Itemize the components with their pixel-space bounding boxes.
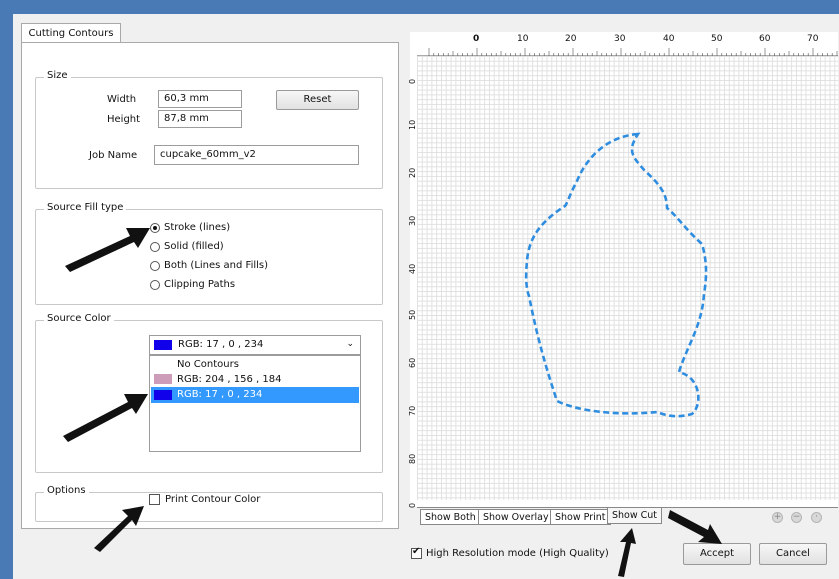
radio-stroke-label: Stroke (lines)	[164, 222, 231, 233]
color-swatch	[154, 374, 172, 384]
top-ruler-ticks	[428, 48, 838, 56]
source-color-dropdown[interactable]: RGB: 17 , 0 , 234 ⌄	[149, 335, 361, 355]
reset-button[interactable]: Reset	[276, 90, 359, 110]
ruler-left-label: 50	[408, 309, 417, 320]
width-label: Width	[107, 94, 137, 105]
ruler-top-label: 20	[565, 34, 577, 44]
top-ruler: 0 10 20 30 40 50 60 70	[417, 32, 838, 56]
high-res-checkbox[interactable]: ✔	[411, 546, 422, 559]
list-item-label: No Contours	[177, 359, 239, 370]
print-contour-label: Print Contour Color	[165, 494, 261, 505]
height-label: Height	[107, 114, 141, 125]
ruler-left-label: 30	[408, 215, 417, 226]
ruler-top-label: 50	[711, 34, 723, 44]
list-item-label: RGB: 17 , 0 , 234	[177, 389, 263, 400]
zoom-fit-icon[interactable]: ·	[811, 512, 822, 523]
radio-clipping[interactable]	[150, 280, 160, 290]
ruler-left-label: 80	[408, 453, 417, 464]
width-field[interactable]: 60,3 mm	[158, 90, 242, 108]
zoom-in-icon[interactable]: +	[772, 512, 783, 523]
radio-clipping-label: Clipping Paths	[164, 279, 236, 290]
selected-color-swatch	[154, 340, 172, 350]
ruler-top-label: 10	[517, 34, 529, 44]
ruler-left-label: 60	[408, 357, 417, 368]
ruler-top-label: 0	[473, 34, 480, 44]
fill-type-group-title: Source Fill type	[44, 202, 127, 213]
ruler-top-label: 40	[663, 34, 675, 44]
ruler-top-label: 30	[614, 34, 626, 44]
checkmark-icon: ✔	[412, 546, 421, 557]
list-item[interactable]: RGB: 204 , 156 , 184	[151, 372, 359, 387]
options-group-title: Options	[44, 485, 89, 496]
ruler-top-label: 70	[807, 34, 819, 44]
ruler-left-label: 0	[408, 502, 417, 508]
size-group-title: Size	[44, 70, 71, 81]
color-swatch	[154, 390, 172, 400]
job-name-field[interactable]: cupcake_60mm_v2	[154, 145, 359, 165]
chevron-down-icon: ⌄	[346, 339, 354, 349]
ruler-left-label: 20	[408, 167, 417, 178]
tab-show-cut[interactable]: Show Cut	[607, 508, 663, 524]
ruler-top-label: 60	[759, 34, 771, 44]
list-item-selected[interactable]: RGB: 17 , 0 , 234	[151, 387, 359, 403]
tab-cutting-contours[interactable]: Cutting Contours	[21, 23, 121, 43]
accept-button[interactable]: Accept	[683, 543, 751, 565]
tab-show-both[interactable]: Show Both	[420, 509, 481, 525]
cupcake-contour	[524, 132, 708, 418]
source-color-selected: RGB: 17 , 0 , 234	[178, 339, 264, 350]
ruler-left-label: 70	[408, 405, 417, 416]
cancel-button[interactable]: Cancel	[759, 543, 827, 565]
canvas-grid[interactable]	[417, 56, 838, 500]
high-res-label: High Resolution mode (High Quality)	[426, 548, 609, 559]
list-item[interactable]: No Contours	[151, 358, 359, 372]
source-color-group-title: Source Color	[44, 313, 114, 324]
radio-solid-label: Solid (filled)	[164, 241, 224, 252]
height-field[interactable]: 87,8 mm	[158, 110, 242, 128]
annotation-arrow	[668, 510, 722, 544]
annotation-arrow	[63, 394, 148, 442]
list-item-label: RGB: 204 , 156 , 184	[177, 374, 282, 385]
job-name-label: Job Name	[89, 150, 138, 161]
tab-show-print[interactable]: Show Print	[550, 509, 611, 525]
settings-panel: Size Width 60,3 mm Height 87,8 mm Reset …	[21, 42, 399, 529]
ruler-left-label: 40	[408, 263, 417, 274]
annotation-arrow	[94, 506, 144, 552]
print-contour-checkbox[interactable]	[149, 494, 160, 505]
radio-both-label: Both (Lines and Fills)	[164, 260, 269, 271]
ruler-left-label: 0	[408, 78, 417, 84]
zoom-out-icon[interactable]: −	[791, 512, 802, 523]
tab-show-overlay[interactable]: Show Overlay	[478, 509, 554, 525]
ruler-left-label: 10	[408, 119, 417, 130]
source-color-list[interactable]: No Contours RGB: 204 , 156 , 184 RGB: 17…	[149, 355, 361, 452]
contour-path	[524, 132, 708, 418]
annotation-arrow	[65, 228, 150, 272]
annotation-arrow	[618, 528, 636, 577]
